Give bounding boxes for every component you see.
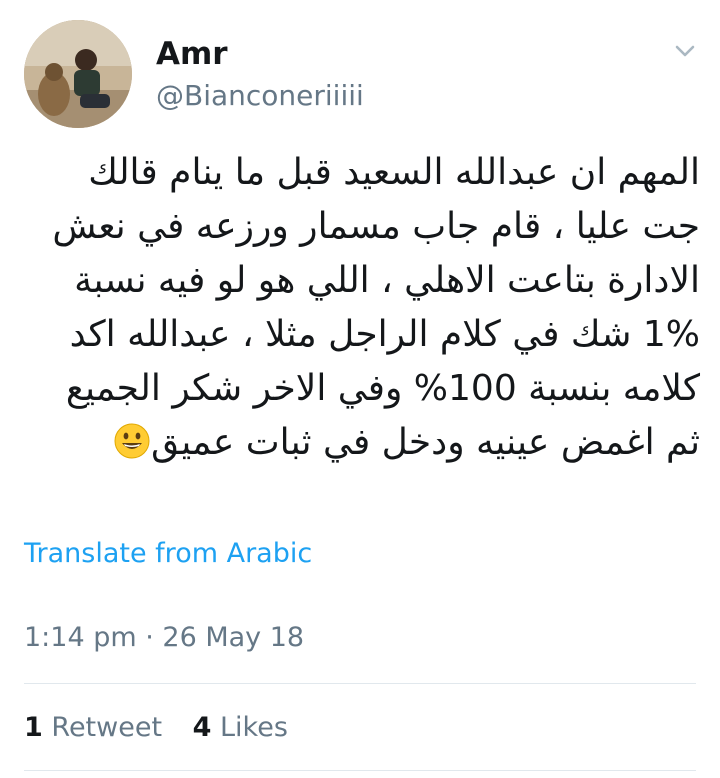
- retweets-stat[interactable]: 1 Retweet: [24, 710, 162, 746]
- divider: [24, 770, 696, 771]
- likes-label: Likes: [220, 712, 288, 743]
- likes-stat[interactable]: 4 Likes: [193, 710, 288, 746]
- likes-count: 4: [192, 712, 212, 743]
- tweet-text-line: 1% شك في كلام الراجل مثلا ، عبدالله اكد: [69, 314, 700, 355]
- tweet-text-line: المهم ان عبدالله السعيد قبل ما ينام قالك: [88, 152, 700, 193]
- retweets-count: 1: [24, 712, 43, 743]
- tweet-text-line: الادارة بتاعت الاهلي ، اللي هو لو فيه نس…: [74, 260, 700, 301]
- tweet-stats: 1 Retweet 4 Likes: [24, 710, 310, 746]
- chevron-down-icon[interactable]: [672, 38, 698, 64]
- translate-link[interactable]: Translate from Arabic: [24, 536, 312, 572]
- tweet-text-line: جت عليا ، قام جاب مسمار ورزعه في نعش: [52, 206, 700, 247]
- avatar[interactable]: [24, 20, 132, 128]
- grinning-face-emoji-icon: [113, 422, 151, 460]
- retweets-label: Retweet: [51, 712, 163, 743]
- tweet-text-line: كلامه بنسبة 100% وفي الاخر شكر الجميع: [65, 368, 700, 409]
- tweet-text-last-line: ثم اغمض عينيه ودخل في ثبات عميق: [22, 416, 700, 470]
- tweet-text-line: ثم اغمض عينيه ودخل في ثبات عميق: [151, 422, 700, 463]
- avatar-photo: [24, 20, 132, 128]
- tweet-timestamp[interactable]: 1:14 pm · 26 May 18: [24, 620, 304, 656]
- divider: [24, 683, 696, 684]
- tweet-card: Amr @Bianconeriiiii المهم ان عبدالله الس…: [0, 0, 720, 778]
- user-handle[interactable]: @Bianconeriiiii: [156, 78, 364, 114]
- tweet-text: المهم ان عبدالله السعيد قبل ما ينام قالك…: [22, 146, 700, 470]
- user-name[interactable]: Amr: [156, 34, 228, 74]
